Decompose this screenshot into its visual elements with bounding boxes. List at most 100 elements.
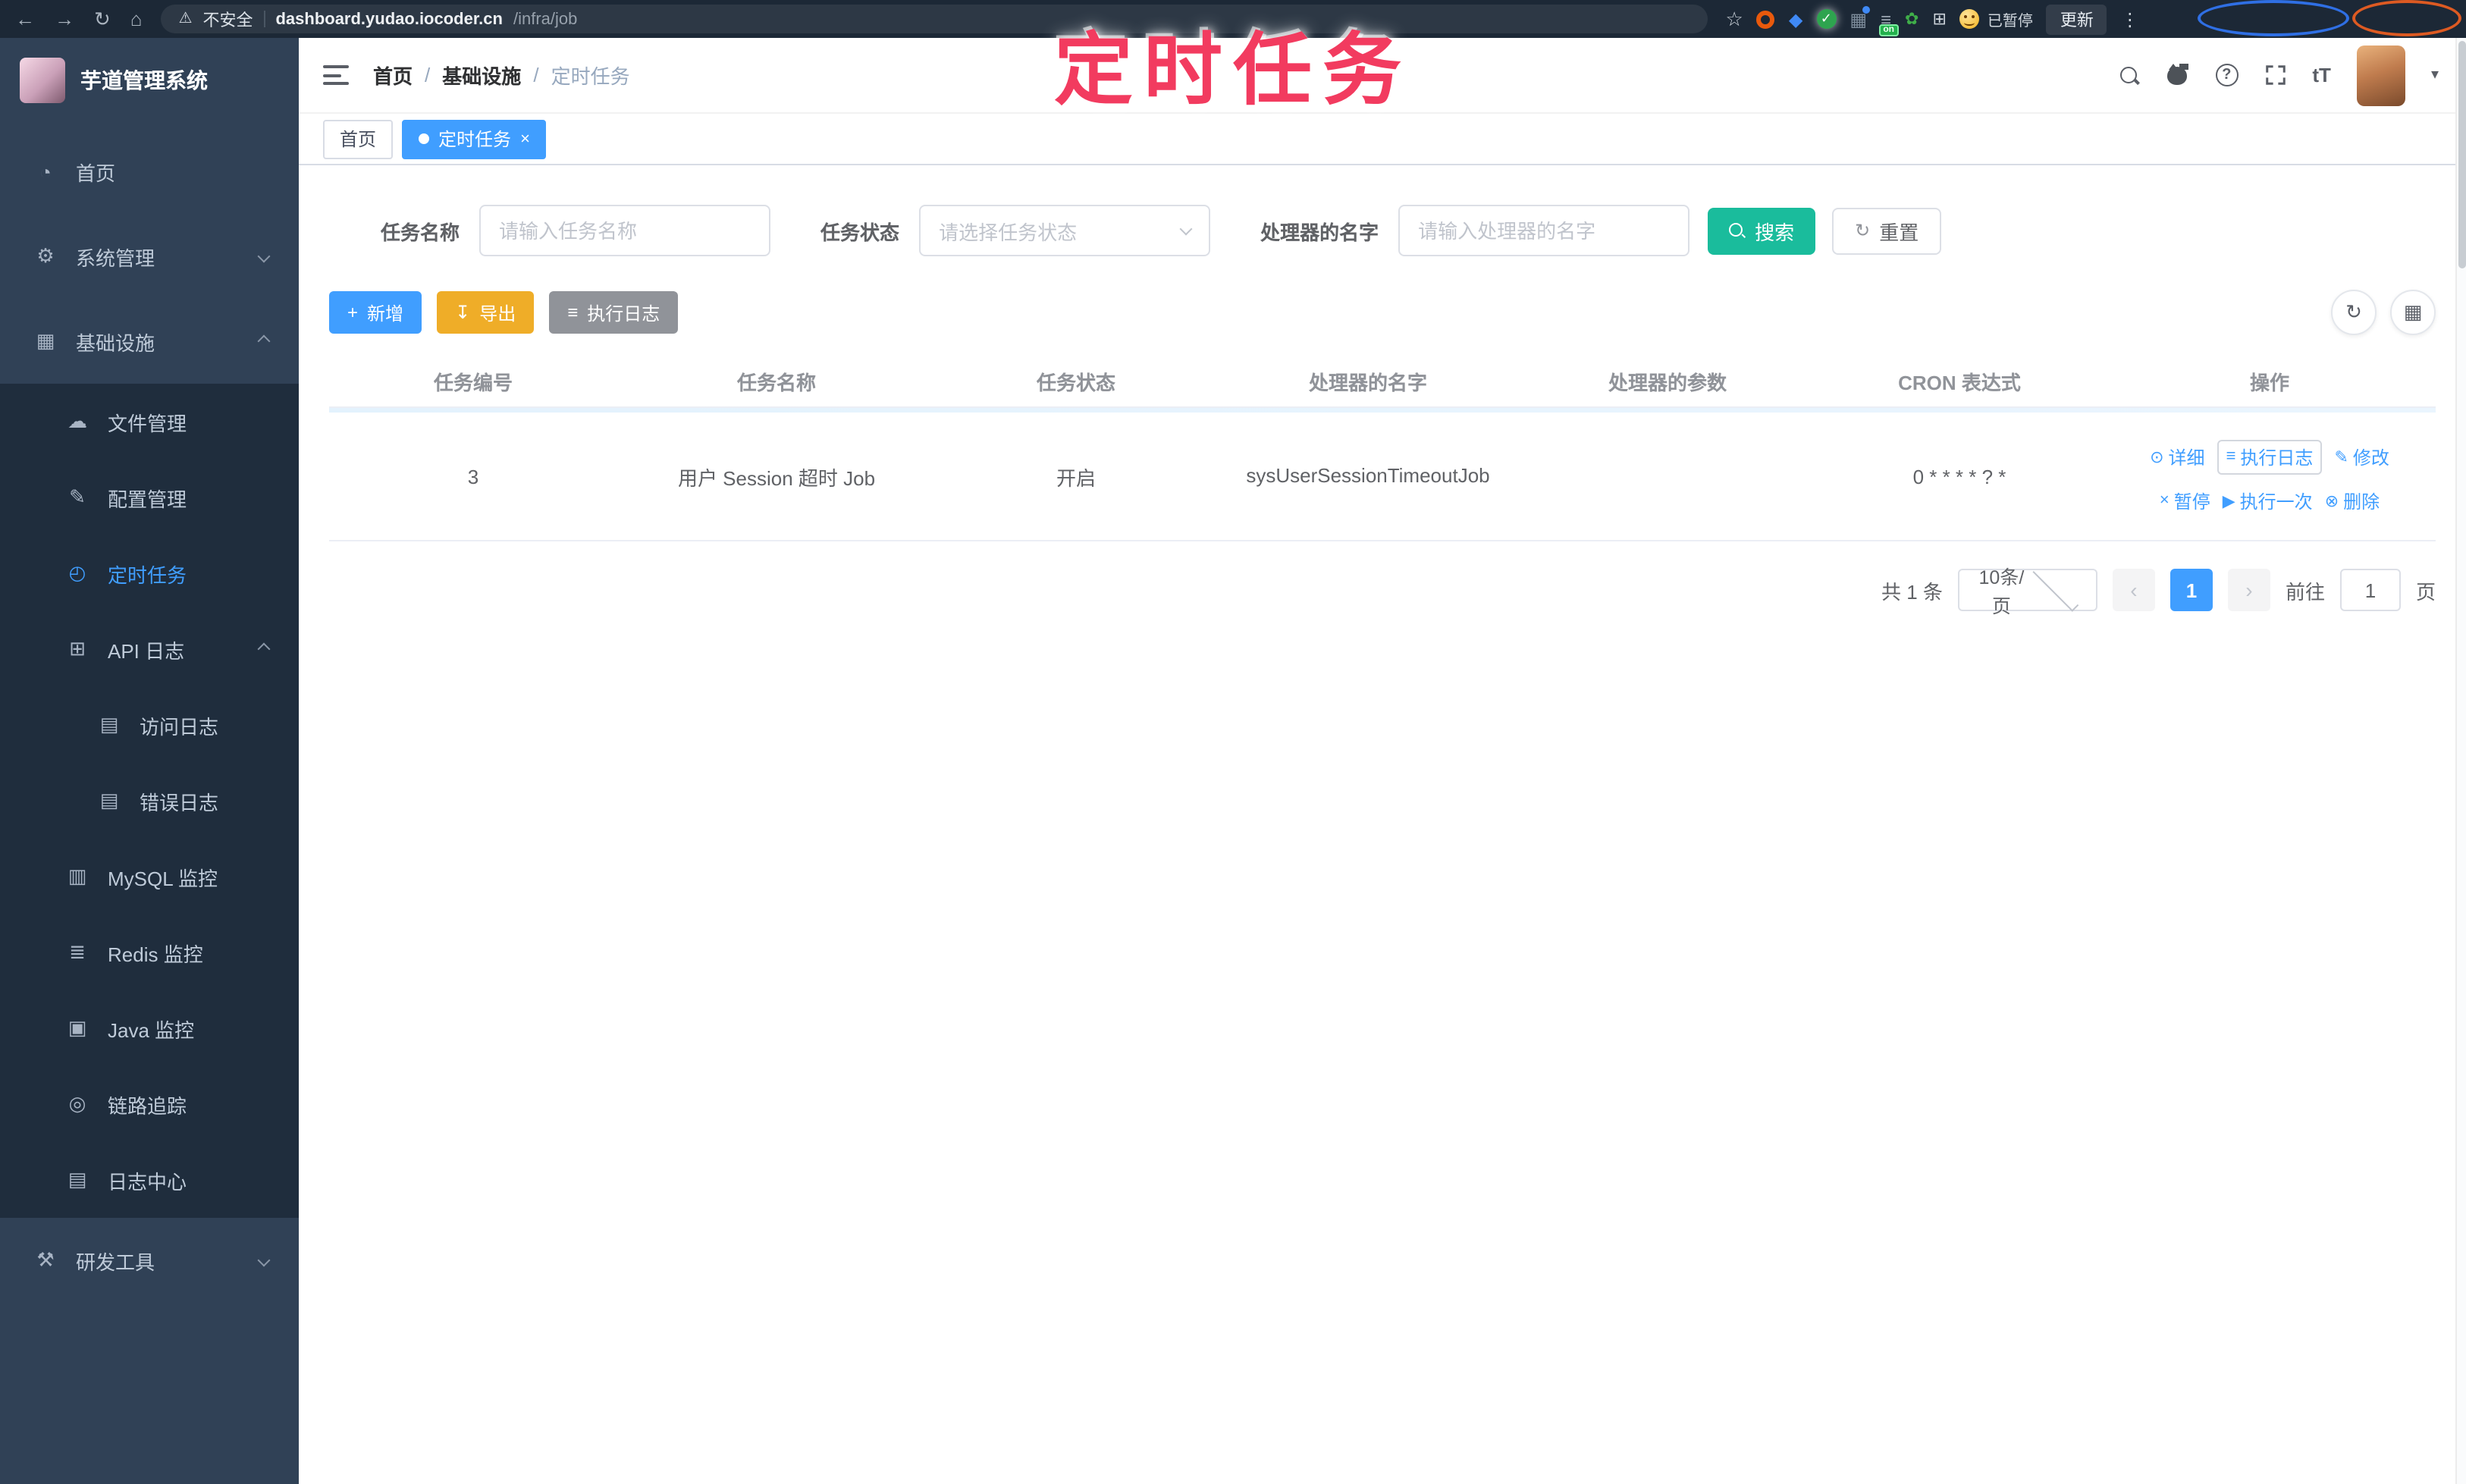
handler-name-input[interactable] [1398,205,1690,256]
breadcrumb-current: 定时任务 [551,65,630,88]
chevron-down-icon[interactable]: ▾ [2431,67,2439,83]
run-once-link[interactable]: ▶ 执行一次 [2223,488,2313,513]
sidebar-item-trace[interactable]: ◎ 链路追踪 [0,1066,299,1142]
breadcrumb-home[interactable]: 首页 [373,61,413,89]
avatar[interactable] [2356,45,2405,105]
exec-log-button[interactable]: ≡ 执行日志 [549,291,679,334]
prev-page-button[interactable]: ‹ [2112,569,2155,611]
browser-menu-icon[interactable]: ⋮ [2121,8,2139,30]
extension-list-icon[interactable]: ≡ on [1878,8,1900,36]
next-page-button[interactable]: › [2227,569,2270,611]
sidebar-item-label: 定时任务 [108,563,187,586]
sidebar-item-dev-tools[interactable]: ⚒ 研发工具 [0,1218,299,1303]
bookmark-star-icon[interactable]: ☆ [1726,7,1743,31]
help-icon[interactable]: ? [2215,64,2239,86]
sidebar-toggle-icon[interactable] [323,65,349,85]
sidebar-item-system[interactable]: ⚙ 系统管理 [0,214,299,299]
pause-link[interactable]: × 暂停 [2160,488,2210,513]
browser-nav-group: ← → ↻ ⌂ [15,9,143,29]
search-button[interactable]: 搜索 [1708,207,1816,254]
reset-button[interactable]: ↻ 重置 [1832,207,1942,254]
extension-gem-icon[interactable]: ◆ [1789,8,1802,30]
fullscreen-icon[interactable] [2264,64,2286,86]
refresh-button[interactable]: ↻ [2331,290,2377,335]
chevron-down-icon [257,1253,271,1267]
filter-form: 任务名称 任务状态 请选择任务状态 处理器的名字 搜索 [381,205,2436,256]
add-button[interactable]: + 新增 [329,291,422,334]
back-icon[interactable]: ← [15,9,35,29]
export-button[interactable]: ↧ 导出 [437,291,535,334]
job-status-select[interactable]: 请选择任务状态 [919,205,1211,256]
font-size-icon[interactable]: tT [2312,64,2331,86]
download-icon: ↧ [455,302,471,323]
sidebar-item-home[interactable]: ◔ 首页 [0,129,299,214]
extension-sprout-icon[interactable]: ✿ [1905,9,1919,29]
app-logo-row[interactable]: 芋道管理系统 [0,38,299,123]
job-log-link[interactable]: ≡ 执行日志 [2217,439,2323,474]
detail-link[interactable]: ⊙ 详细 [2150,444,2204,469]
scrollbar-thumb[interactable] [2458,41,2466,268]
goto-page-input[interactable] [2339,569,2401,611]
sidebar-item-label: 日志中心 [108,1170,187,1193]
sidebar-item-access-log[interactable]: ▤ 访问日志 [0,687,299,763]
current-page-button[interactable]: 1 [2170,569,2213,611]
sidebar-item-error-log[interactable]: ▤ 错误日志 [0,763,299,839]
scrollbar[interactable] [2455,38,2466,1484]
job-name-input[interactable] [479,205,771,256]
github-icon[interactable] [2165,63,2189,87]
timer-icon: ◴ [68,561,86,584]
tab-home[interactable]: 首页 [323,119,394,158]
extension-check-icon[interactable]: ✓ [1816,9,1837,29]
extension-paused-chip[interactable]: 已暂停 [1959,8,2033,30]
sidebar-item-infra[interactable]: ▦ 基础设施 [0,299,299,384]
chevron-up-icon [257,334,271,348]
col-header-handler-param: 处理器的参数 [1608,372,1727,394]
browser-update-button[interactable]: 更新 [2046,4,2107,34]
refresh-icon: ↻ [2345,300,2362,323]
reset-button-label: 重置 [1879,221,1919,243]
cell-handler-name: sysUserSessionTimeoutJob [1216,460,1520,492]
warning-icon: ⚠ [178,11,193,27]
eye-icon: ◎ [68,1092,86,1115]
close-icon[interactable]: × [520,130,530,148]
edit-link[interactable]: ✎ 修改 [2334,444,2389,469]
security-label[interactable]: 不安全 [202,7,253,31]
delete-link[interactable]: ⊗ 删除 [2325,488,2380,513]
plus-icon: + [347,302,359,323]
sidebar-item-mysql-monitor[interactable]: ▥ MySQL 监控 [0,839,299,915]
extensions-puzzle-icon[interactable]: ⊞ [1932,9,1946,29]
edit-icon: ✎ [69,485,86,508]
search-button-label: 搜索 [1755,221,1795,243]
sidebar-item-java-monitor[interactable]: ▣ Java 监控 [0,990,299,1066]
table-row[interactable]: 3 用户 Session 超时 Job 开启 sysUserSessionTim… [329,413,2436,541]
forward-icon[interactable]: → [55,9,74,29]
extension-grid-icon[interactable]: ▦ [1850,5,1870,30]
breadcrumb-infra[interactable]: 基础设施 [442,61,521,89]
page-size-select[interactable]: 10条/页 [1957,565,2097,617]
goto-label: 前往 [2285,580,2325,603]
pause-icon: × [2159,491,2170,510]
sidebar-item-redis-monitor[interactable]: ≣ Redis 监控 [0,915,299,990]
chevron-down-icon [257,249,271,263]
sidebar-item-label: 配置管理 [108,488,187,510]
sidebar-item-label: 访问日志 [140,715,219,738]
search-icon[interactable] [2118,64,2139,86]
address-bar[interactable]: ⚠ 不安全 dashboard.yudao.iocoder.cn /infra/… [160,5,1708,33]
grid-icon: ▦ [2403,300,2423,323]
list-icon: ≡ [567,302,579,323]
app-title: 芋道管理系统 [80,68,208,93]
col-header-job-status: 任务状态 [1036,372,1115,394]
sidebar-item-log-center[interactable]: ▤ 日志中心 [0,1142,299,1218]
sidebar-item-file-manage[interactable]: ☁ 文件管理 [0,384,299,460]
tab-scheduled-jobs[interactable]: 定时任务 × [402,119,547,158]
jobs-table: 任务编号 任务名称 任务状态 处理器的名字 处理器的参数 CRON 表达式 操作… [329,356,2436,541]
extension-ring-icon[interactable] [1756,10,1775,28]
home-icon[interactable]: ⌂ [130,9,143,29]
job-name-label: 任务名称 [381,221,460,243]
sidebar-item-scheduled-jobs[interactable]: ◴ 定时任务 [0,535,299,611]
breadcrumb-separator: / [533,64,539,86]
column-settings-button[interactable]: ▦ [2390,290,2436,335]
sidebar-item-api-log[interactable]: ⊞ API 日志 [0,611,299,687]
reload-icon[interactable]: ↻ [94,9,111,29]
sidebar-item-config-manage[interactable]: ✎ 配置管理 [0,460,299,535]
